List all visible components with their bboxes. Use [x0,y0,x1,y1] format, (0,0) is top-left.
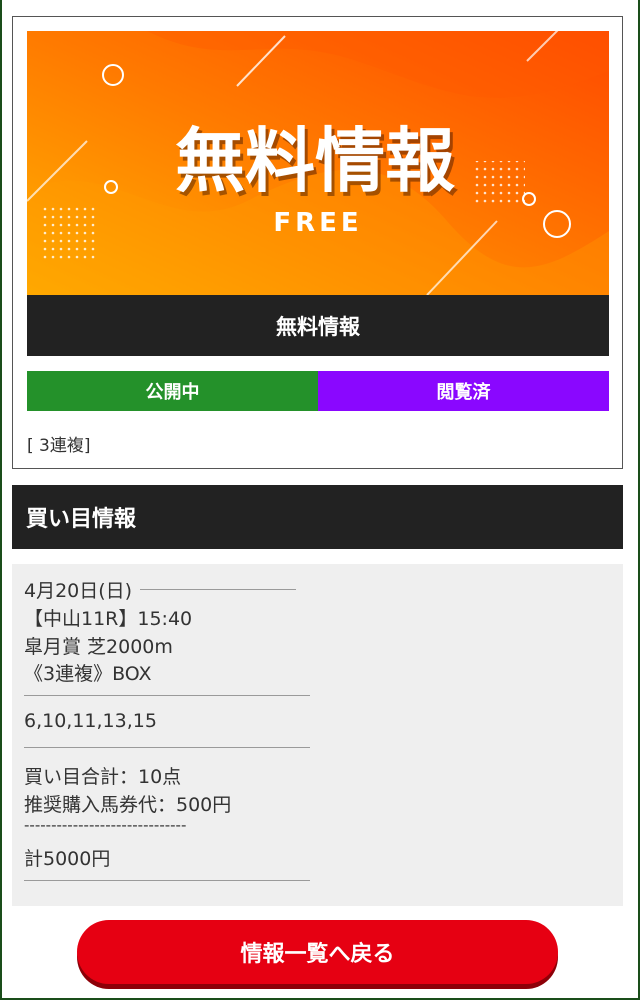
divider [24,880,310,881]
card-title: 無料情報 [27,295,609,356]
status-viewed-badge: 閲覧済 [318,371,609,411]
dashed-separator: ------------------------------ [24,816,187,834]
free-info-card: 無料情報 無料情報 FREE 無料情報 公開中 閲覧済 [ 3連複] [12,16,623,469]
divider [24,747,310,748]
race-venue-time: 【中山11R】15:40 [24,608,193,630]
status-public-badge: 公開中 [27,371,318,411]
banner-headline: 無料情報 [175,120,455,202]
status-row: 公開中 閲覧済 [27,371,609,411]
race-name: 皐月賞 芝2000m [24,636,173,658]
banner-subheadline: FREE [273,208,362,238]
recommended-amount: 推奨購入馬券代：500円 [24,794,232,816]
banner-graphic: 無料情報 無料情報 FREE [27,31,609,295]
section-title: 買い目情報 [12,485,623,549]
bet-info-box: 4月20日(日) 【中山11R】15:40 皐月賞 芝2000m 《3連複》BO… [12,564,623,906]
race-date: 4月20日(日) [24,580,133,602]
total-points: 買い目合計：10点 [24,766,182,788]
bet-format: 《3連複》BOX [24,663,152,685]
divider [24,695,310,696]
free-info-banner: 無料情報 無料情報 FREE [27,31,609,295]
date-rule [140,589,296,590]
total-cost: 計5000円 [24,848,111,870]
bet-type-label: [ 3連複] [27,436,91,456]
bet-numbers: 6,10,11,13,15 [24,710,157,732]
back-to-list-button[interactable]: 情報一覧へ戻る [77,920,558,984]
